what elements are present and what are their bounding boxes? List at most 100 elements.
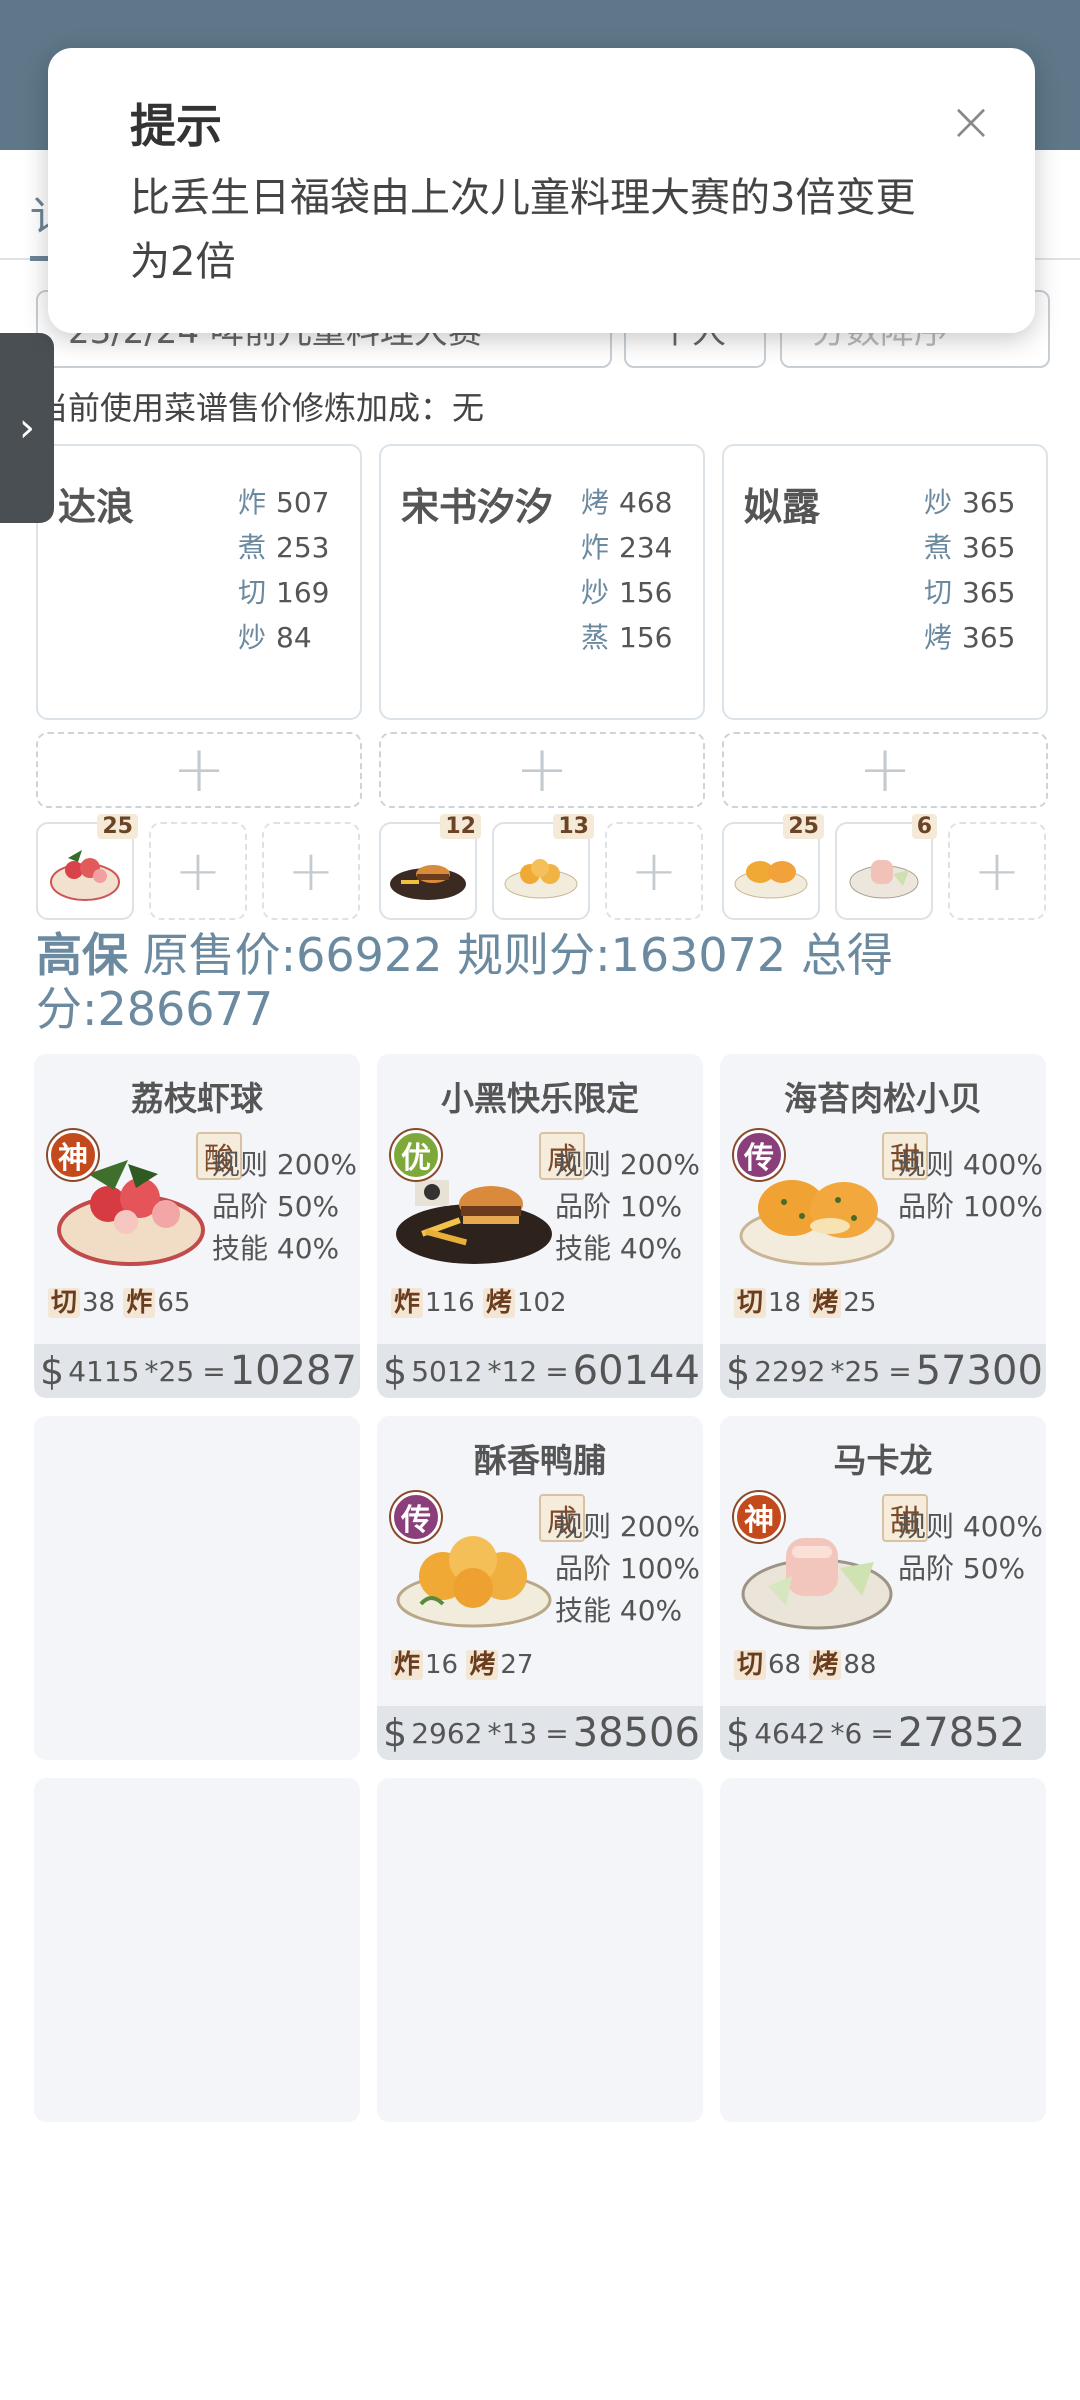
dish-slot[interactable]: + <box>948 822 1046 920</box>
skill-tags: 切 68 烤 88 <box>734 1644 876 1681</box>
skill-tag-key: 烤 <box>466 1650 499 1680</box>
dish-card[interactable]: 马卡龙 神 甜 规则 400% 品阶 50% 切 68 烤 88 $4642 *6 =… <box>720 1416 1046 1760</box>
skill-key: 蒸 <box>581 621 610 654</box>
empty-dish-card[interactable] <box>34 1416 360 1760</box>
skill-value: 253 <box>276 531 330 564</box>
chef-card[interactable]: 姒露 炒 365 煮 365 切 365 烤 365 <box>722 444 1048 720</box>
chef-card[interactable]: 达浪 炸 507 煮 253 切 169 炒 84 <box>36 444 362 720</box>
skill-key: 煮 <box>238 531 267 564</box>
dish-slot[interactable]: + <box>605 822 703 920</box>
plus-icon: + <box>172 733 226 807</box>
skill-tags: 炸 16 烤 27 <box>391 1644 533 1681</box>
orig-price-value: 66922 <box>296 928 443 982</box>
skill-tag-value: 102 <box>516 1288 567 1318</box>
skill-value: 84 <box>276 621 312 654</box>
skill-tag-value: 16 <box>425 1650 459 1680</box>
skill-tag-value: 38 <box>82 1288 116 1318</box>
rank-badge: 优 <box>391 1130 441 1180</box>
dish-slot[interactable]: 12 <box>379 814 481 920</box>
rule-line: 品阶 10% <box>555 1190 683 1223</box>
chef-skills: 烤 468 炸 234 炒 156 蒸 156 <box>581 480 672 660</box>
rank-text: 优 <box>401 1141 431 1176</box>
rule-line: 技能 40% <box>212 1232 340 1265</box>
dish-slot[interactable]: 25 <box>36 814 138 920</box>
dish-count: 12 <box>440 814 481 839</box>
rule-line: 规则 200% <box>212 1148 357 1181</box>
rule-line: 技能 40% <box>555 1594 683 1627</box>
rank-text: 神 <box>58 1141 88 1176</box>
dish-title: 马卡龙 <box>833 1441 933 1480</box>
skill-key: 炒 <box>581 576 610 609</box>
skill-key: 炸 <box>581 531 610 564</box>
skill-value: 507 <box>276 486 330 519</box>
skill-key: 炒 <box>924 486 953 519</box>
dish-slot[interactable]: 25 <box>722 814 824 920</box>
plus-icon: + <box>858 733 912 807</box>
price-bar: $4115 *25=102875 <box>34 1344 360 1398</box>
dish-count: 13 <box>553 814 594 839</box>
dish-card[interactable]: 海苔肉松小贝 传 甜 规则 400% 品阶 100% 切 18 烤 25 $2292… <box>720 1054 1046 1398</box>
chef-skills: 炒 365 煮 365 切 365 烤 365 <box>924 480 1015 660</box>
dish-rules: 规则 200% 品阶 100% 技能 40% <box>555 1506 700 1632</box>
equip-slot[interactable]: + <box>36 732 362 808</box>
dollar-icon: $ <box>383 1349 408 1393</box>
quantity: *25 <box>830 1354 881 1388</box>
plus-icon: + <box>287 838 335 904</box>
rule-score-value: 163072 <box>610 928 787 982</box>
dish-title: 小黑快乐限定 <box>441 1079 639 1118</box>
skill-key: 炒 <box>238 621 267 654</box>
chevron-right-icon: › <box>19 405 35 451</box>
equals-sign: = <box>202 1354 226 1388</box>
dish-slot[interactable]: 6 <box>835 814 937 920</box>
dish-rules: 规则 200% 品阶 10% 技能 40% <box>555 1144 700 1270</box>
equals-sign: = <box>870 1716 894 1750</box>
skill-value: 365 <box>962 621 1016 654</box>
price-bar: $2962 *13 = 38506 <box>377 1706 703 1760</box>
dish-slot[interactable]: + <box>262 822 360 920</box>
rule-line: 品阶 50% <box>898 1552 1026 1585</box>
dish-title: 酥香鸭脯 <box>474 1441 606 1480</box>
skill-tag-key: 炸 <box>391 1288 424 1318</box>
skill-tag-value: 27 <box>500 1650 534 1680</box>
total-score-value: 286677 <box>97 982 274 1036</box>
rank-badge: 传 <box>734 1130 784 1180</box>
skill-tag-key: 烤 <box>482 1288 515 1318</box>
price-bar: $2292 *25 = 57300 <box>720 1344 1046 1398</box>
skill-tag-key: 烤 <box>809 1288 842 1318</box>
empty-dish-card[interactable] <box>34 1778 360 2122</box>
skill-tag-value: 68 <box>768 1650 802 1680</box>
skill-key: 切 <box>238 576 267 609</box>
rule-line: 规则 400% <box>898 1148 1043 1181</box>
skill-value: 156 <box>619 576 673 609</box>
skill-value: 169 <box>276 576 330 609</box>
dish-card[interactable]: 荔枝虾球 神 酸 规则 200% 品阶 50% 技能 40% 切 38 炸 65 $… <box>34 1054 360 1398</box>
dish-slot[interactable]: 13 <box>492 814 594 920</box>
skill-key: 烤 <box>581 486 610 519</box>
close-icon[interactable]: × <box>947 95 995 149</box>
equip-slot[interactable]: + <box>379 732 705 808</box>
skill-tags: 切 18 烤 25 <box>734 1282 876 1319</box>
quantity: *13 <box>487 1716 538 1750</box>
dialog-message: 比丢生日福袋由上次儿童料理大赛的3倍变更为2倍 <box>130 175 916 285</box>
empty-dish-card[interactable] <box>377 1778 703 2122</box>
rank-badge: 神 <box>734 1492 784 1542</box>
plus-icon: + <box>630 838 678 904</box>
dish-total: 27852 <box>897 1710 1026 1756</box>
empty-dish-card[interactable] <box>720 1778 1046 2122</box>
rule-line: 规则 400% <box>898 1510 1043 1543</box>
quantity: *6 <box>830 1716 863 1750</box>
dish-total: 102875 <box>229 1348 360 1394</box>
plus-icon: + <box>174 838 222 904</box>
skill-tag-key: 切 <box>734 1650 767 1680</box>
dish-rules: 规则 400% 品阶 50% <box>898 1506 1043 1590</box>
price-bar: $4642 *6 = 27852 <box>720 1706 1046 1760</box>
equip-slot[interactable]: + <box>722 732 1048 808</box>
dish-card[interactable]: 小黑快乐限定 优 咸 规则 200% 品阶 10% 技能 40% 炸 116 烤1… <box>377 1054 703 1398</box>
dish-slot[interactable]: + <box>149 822 247 920</box>
skill-tag-key: 切 <box>734 1288 767 1318</box>
skill-tag-value: 65 <box>157 1288 191 1318</box>
skill-value: 365 <box>962 531 1016 564</box>
chef-card[interactable]: 宋书汐汐 烤 468 炸 234 炒 156 蒸 156 <box>379 444 705 720</box>
dish-card[interactable]: 酥香鸭脯 传 咸 规则 200% 品阶 100% 技能 40% 炸 16 烤 27 … <box>377 1416 703 1760</box>
side-drawer-handle[interactable]: › <box>0 333 54 523</box>
